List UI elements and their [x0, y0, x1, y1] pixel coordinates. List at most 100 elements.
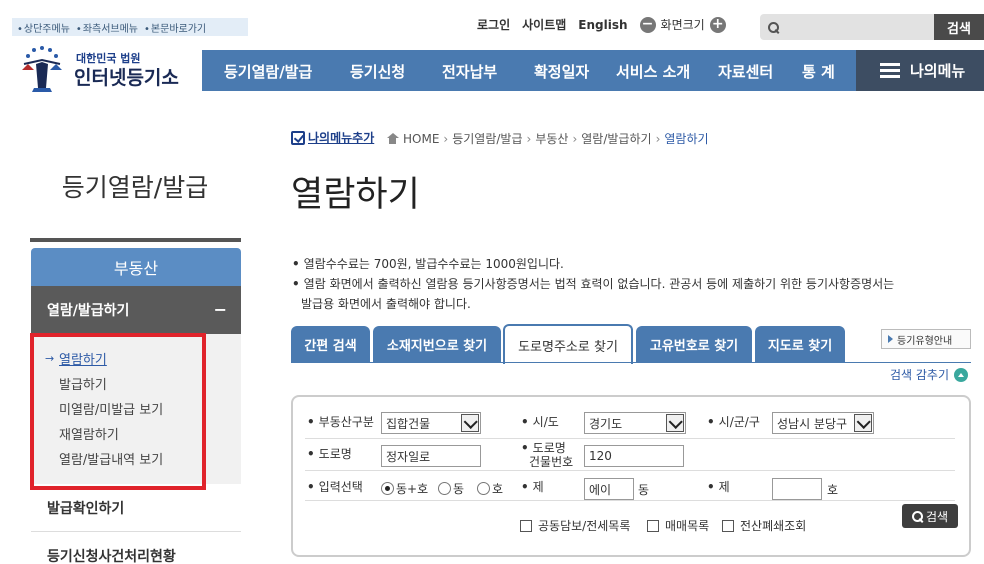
crumb-view-issue[interactable]: 등기열람/발급	[452, 130, 522, 147]
nav-item-stats[interactable]: 통 계	[802, 61, 835, 82]
nav-item-payment[interactable]: 전자납부	[442, 61, 497, 82]
left-menu-issue-check[interactable]: 발급확인하기	[31, 484, 241, 532]
guide-label: 등기유형안내	[897, 335, 953, 347]
add-my-menu-label: 나의메뉴추가	[308, 131, 375, 145]
radio-on-icon	[381, 482, 394, 495]
tab-road-address[interactable]: 도로명주소로 찾기	[503, 324, 633, 364]
zoom-out-icon[interactable]: −	[639, 16, 656, 33]
collapse-icon: −	[213, 300, 227, 319]
road-label: • 도로명	[307, 447, 352, 461]
court-emblem-icon	[22, 46, 62, 92]
logo[interactable]: 대한민국 법원 인터넷등기소	[14, 38, 194, 94]
login-link[interactable]: 로그인	[477, 16, 510, 33]
sido-label: • 시/도	[521, 415, 559, 429]
form-divider	[305, 500, 955, 501]
crumb-view-issue-do[interactable]: 열람/발급하기	[581, 130, 651, 147]
tab-unique-number[interactable]: 고유번호로 찾기	[636, 326, 752, 362]
sitemap-link[interactable]: 사이트맵	[522, 16, 566, 33]
section-title: 등기열람/발급	[61, 173, 209, 202]
notice-legal-cont: 발급용 화면에서 출력해야 합니다.	[301, 297, 471, 311]
page-title: 열람하기	[291, 175, 420, 215]
chevron-up-icon	[954, 367, 969, 382]
form-divider	[305, 470, 955, 471]
dong-prefix-label: • 제	[521, 480, 544, 494]
sido-select[interactable]: 경기도	[584, 412, 686, 434]
radio-dong[interactable]: 동	[438, 480, 464, 497]
hide-search-toggle[interactable]: 검색 감추기	[890, 366, 969, 383]
my-menu-button[interactable]: 나의메뉴	[856, 50, 984, 91]
checkbox-icon	[722, 519, 734, 532]
check-icon	[291, 130, 305, 145]
breadcrumb: HOME › 등기열람/발급 › 부동산 › 열람/발급하기 › 열람하기	[386, 130, 709, 147]
zoom-in-icon[interactable]: +	[709, 16, 726, 33]
main-nav: 등기열람/발급 등기신청 전자납부 확정일자 서비스 소개 자료센터 통 계	[202, 50, 856, 91]
logo-title: 인터넷등기소	[74, 67, 179, 89]
road-input[interactable]: 정자일로	[381, 445, 481, 467]
zoom-control: − 화면크기 +	[639, 16, 726, 33]
home-icon	[386, 133, 399, 144]
crumb-home[interactable]: HOME	[403, 132, 439, 146]
ho-input[interactable]	[772, 478, 822, 500]
radio-off-icon	[438, 482, 451, 495]
highlight-box	[30, 333, 206, 490]
tab-underline	[291, 362, 971, 363]
add-my-menu[interactable]: 나의메뉴추가	[291, 129, 374, 146]
sigungu-select[interactable]: 성남시 분당구	[772, 412, 874, 434]
nav-item-view-issue[interactable]: 등기열람/발급	[224, 61, 312, 82]
utility-links: 로그인 사이트맵 English − 화면크기 +	[477, 16, 726, 33]
hide-search-label: 검색 감추기	[890, 368, 950, 382]
my-menu-label: 나의메뉴	[910, 62, 966, 80]
ho-prefix-label: • 제	[707, 480, 730, 494]
building-number-input[interactable]: 120	[584, 445, 684, 467]
zoom-label: 화면크기	[660, 18, 705, 32]
registry-type-guide-button[interactable]: 등기유형안내	[881, 329, 971, 349]
skip-link-top-menu[interactable]: 상단주메뉴	[17, 20, 70, 35]
skip-link-left-menu[interactable]: 좌측서브메뉴	[76, 20, 138, 35]
search-icon	[911, 510, 923, 522]
building-number-label-2: 건물번호	[529, 455, 574, 469]
left-menu-view-issue[interactable]: 열람/발급하기 −	[31, 286, 241, 334]
building-number-label: • 도로명	[521, 441, 566, 455]
form-divider	[305, 438, 955, 439]
nav-item-resources[interactable]: 자료센터	[718, 61, 773, 82]
search-icon	[768, 21, 779, 33]
form-search-button[interactable]: 검색	[902, 504, 958, 528]
ho-unit: 호	[827, 483, 839, 497]
english-link[interactable]: English	[578, 18, 627, 32]
search-input[interactable]	[783, 20, 923, 34]
input-select-label: • 입력선택	[307, 480, 363, 494]
nav-item-service[interactable]: 서비스 소개	[616, 61, 690, 82]
chevron-down-icon	[461, 414, 479, 432]
nav-item-fixed-date[interactable]: 확정일자	[534, 61, 589, 82]
dong-unit: 동	[638, 483, 650, 497]
search-button[interactable]: 검색	[934, 14, 984, 40]
chevron-down-icon	[666, 414, 684, 432]
tab-simple-search[interactable]: 간편 검색	[291, 326, 370, 362]
search-form: • 부동산구분 집합건물 • 시/도 경기도 • 시/군/구 성남시 분당구 • 도로명…	[291, 395, 971, 557]
check-trade-list[interactable]: 매매목록	[647, 517, 709, 534]
tab-map[interactable]: 지도로 찾기	[755, 326, 845, 362]
skip-links: 상단주메뉴 좌측서브메뉴 본문바로가기	[12, 18, 248, 36]
checkbox-icon	[647, 519, 659, 532]
crumb-current: 열람하기	[664, 132, 709, 146]
check-joint-collateral[interactable]: 공동담보/전세목록	[520, 517, 630, 534]
radio-ho[interactable]: 호	[477, 480, 503, 497]
left-menu-view-issue-label: 열람/발급하기	[47, 303, 130, 319]
crumb-realty[interactable]: 부동산	[535, 130, 568, 147]
tab-lot-number[interactable]: 소재지번으로 찾기	[373, 326, 501, 362]
sigungu-label: • 시/군/구	[707, 415, 760, 429]
radio-off-icon	[477, 482, 490, 495]
chevron-down-icon	[854, 414, 872, 432]
check-closed-records[interactable]: 전산폐쇄조회	[722, 517, 806, 534]
left-menu-realty[interactable]: 부동산	[31, 248, 241, 286]
realty-type-label: • 부동산구분	[307, 415, 374, 429]
radio-dong-ho[interactable]: 동+호	[381, 480, 428, 497]
nav-item-apply[interactable]: 등기신청	[350, 61, 405, 82]
skip-link-body[interactable]: 본문바로가기	[144, 20, 206, 35]
site-search	[760, 14, 934, 40]
left-menu-case-status[interactable]: 등기신청사건처리현황	[31, 532, 241, 564]
checkbox-icon	[520, 519, 532, 532]
dong-input[interactable]: 에이	[584, 478, 634, 500]
hamburger-icon	[880, 63, 900, 78]
realty-type-select[interactable]: 집합건물	[381, 412, 481, 434]
